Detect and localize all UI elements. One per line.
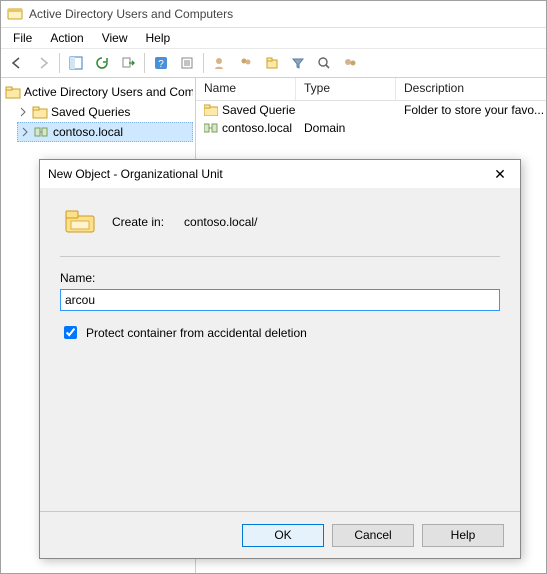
new-ou-dialog: New Object - Organizational Unit ✕ Creat… bbox=[39, 159, 521, 559]
ok-button[interactable]: OK bbox=[242, 524, 324, 547]
menu-help[interactable]: Help bbox=[138, 29, 179, 47]
help-button[interactable]: Help bbox=[422, 524, 504, 547]
create-in-label: Create in: bbox=[112, 215, 164, 229]
properties-button[interactable] bbox=[175, 51, 199, 75]
dialog-titlebar: New Object - Organizational Unit ✕ bbox=[40, 160, 520, 188]
new-user-button[interactable] bbox=[208, 51, 232, 75]
refresh-button[interactable] bbox=[90, 51, 114, 75]
create-in-row: Create in: contoso.local/ bbox=[60, 202, 500, 254]
cell-description: Folder to store your favo... bbox=[396, 103, 547, 117]
new-ou-button[interactable] bbox=[260, 51, 284, 75]
list-header: Name Type Description bbox=[196, 78, 547, 101]
tree-item-saved-queries[interactable]: Saved Queries bbox=[3, 102, 193, 122]
toolbar: ? bbox=[1, 48, 546, 78]
cancel-button[interactable]: Cancel bbox=[332, 524, 414, 547]
tree-item-label: contoso.local bbox=[53, 125, 123, 139]
name-label: Name: bbox=[60, 271, 500, 285]
filter-button[interactable] bbox=[286, 51, 310, 75]
separator bbox=[60, 256, 500, 257]
toolbar-separator bbox=[203, 53, 204, 73]
toolbar-separator bbox=[59, 53, 60, 73]
toolbar-separator bbox=[144, 53, 145, 73]
cell-name: contoso.local bbox=[222, 121, 292, 135]
forward-button[interactable] bbox=[31, 51, 55, 75]
menubar: File Action View Help bbox=[1, 28, 546, 48]
cell-type: Domain bbox=[296, 121, 396, 135]
domain-icon bbox=[204, 122, 218, 134]
dialog-body: Create in: contoso.local/ Name: Protect … bbox=[40, 188, 520, 511]
dialog-footer: OK Cancel Help bbox=[40, 511, 520, 558]
export-button[interactable] bbox=[116, 51, 140, 75]
domain-icon bbox=[34, 125, 50, 139]
column-header-description[interactable]: Description bbox=[396, 78, 547, 100]
column-header-type[interactable]: Type bbox=[296, 78, 396, 100]
show-hide-tree-button[interactable] bbox=[64, 51, 88, 75]
add-to-group-button[interactable] bbox=[338, 51, 362, 75]
titlebar: Active Directory Users and Computers bbox=[1, 1, 546, 28]
app-title: Active Directory Users and Computers bbox=[29, 7, 233, 21]
protect-checkbox[interactable] bbox=[64, 326, 77, 339]
app-icon bbox=[7, 6, 23, 22]
close-button[interactable]: ✕ bbox=[488, 166, 512, 183]
protect-row[interactable]: Protect container from accidental deleti… bbox=[60, 323, 500, 342]
menu-file[interactable]: File bbox=[5, 29, 40, 47]
list-row[interactable]: Saved Queries Folder to store your favo.… bbox=[196, 101, 547, 119]
list-row[interactable]: contoso.local Domain bbox=[196, 119, 547, 137]
new-group-button[interactable] bbox=[234, 51, 258, 75]
menu-action[interactable]: Action bbox=[42, 29, 91, 47]
column-header-name[interactable]: Name bbox=[196, 78, 296, 100]
help-button[interactable]: ? bbox=[149, 51, 173, 75]
ou-icon bbox=[64, 208, 98, 236]
name-input[interactable] bbox=[60, 289, 500, 311]
expander-icon[interactable] bbox=[17, 106, 29, 118]
create-in-path: contoso.local/ bbox=[184, 215, 257, 229]
find-button[interactable] bbox=[312, 51, 336, 75]
svg-text:?: ? bbox=[158, 59, 164, 70]
menu-view[interactable]: View bbox=[94, 29, 136, 47]
cell-name: Saved Queries bbox=[222, 103, 296, 117]
protect-label: Protect container from accidental deleti… bbox=[86, 326, 307, 340]
back-button[interactable] bbox=[5, 51, 29, 75]
dialog-title: New Object - Organizational Unit bbox=[48, 167, 223, 181]
expander-icon[interactable] bbox=[19, 126, 31, 138]
folder-icon bbox=[5, 85, 21, 99]
tree-root[interactable]: Active Directory Users and Com bbox=[3, 82, 193, 102]
folder-icon bbox=[204, 104, 218, 116]
tree-root-label: Active Directory Users and Com bbox=[24, 85, 193, 99]
tree-item-domain[interactable]: contoso.local bbox=[17, 122, 193, 142]
tree-item-label: Saved Queries bbox=[51, 105, 130, 119]
main-window: Active Directory Users and Computers Fil… bbox=[0, 0, 547, 574]
folder-icon bbox=[32, 105, 48, 119]
